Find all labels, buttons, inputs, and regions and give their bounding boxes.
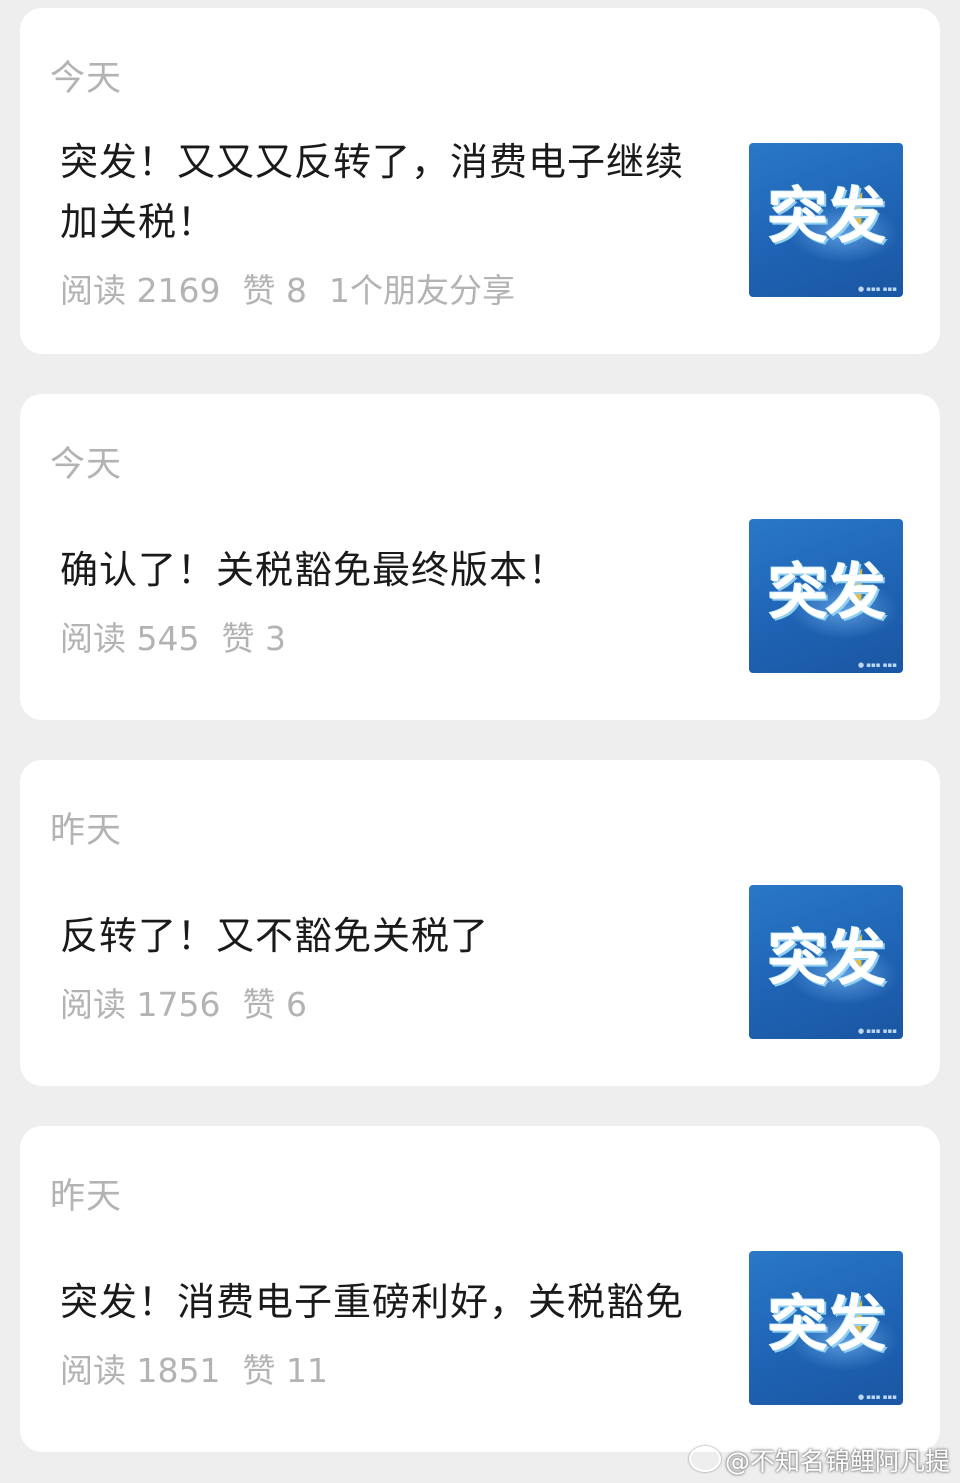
like-count: 赞 6 [242, 985, 307, 1024]
article-date: 昨天 [50, 1177, 123, 1217]
source-watermark: @不知名锦鲤阿凡提 [688, 1442, 950, 1478]
article-date: 今天 [50, 59, 123, 99]
thumbnail-text: 突发 [768, 558, 886, 628]
thumbnail-text: 突发 [768, 924, 886, 994]
article-date: 今天 [50, 445, 123, 485]
article-card[interactable]: 昨天 突发！消费电子重磅利好，关税豁免 阅读 1851 赞 11 突发 ● ▪▪▪… [20, 1126, 940, 1452]
article-meta: 阅读 2169 赞 8 1个朋友分享 [60, 264, 537, 312]
article-date: 昨天 [50, 811, 123, 851]
thumbnail-caption: ● ▪▪▪ ▪▪▪ [857, 661, 897, 669]
article-card[interactable]: 今天 突发！又又又反转了，消费电子继续加关税！ 阅读 2169 赞 8 1个朋友分享… [20, 8, 940, 354]
read-count: 阅读 2169 [60, 271, 221, 310]
article-title[interactable]: 突发！又又又反转了，消费电子继续加关税！ [60, 132, 720, 252]
like-count: 赞 8 [242, 271, 307, 310]
article-meta: 阅读 545 赞 3 [60, 612, 308, 660]
like-count: 赞 11 [242, 1351, 328, 1390]
article-title[interactable]: 反转了！又不豁免关税了 [60, 906, 720, 966]
read-count: 阅读 1756 [60, 985, 221, 1024]
thumbnail-caption: ● ▪▪▪ ▪▪▪ [857, 1393, 897, 1401]
article-card[interactable]: 昨天 反转了！又不豁免关税了 阅读 1756 赞 6 突发 ● ▪▪▪ ▪▪▪ [20, 760, 940, 1086]
thumbnail-text: 突发 [768, 1290, 886, 1360]
article-thumbnail[interactable]: 突发 ● ▪▪▪ ▪▪▪ [749, 143, 903, 297]
watermark-text: @不知名锦鲤阿凡提 [724, 1447, 950, 1476]
like-count: 赞 3 [221, 619, 286, 658]
article-thumbnail[interactable]: 突发 ● ▪▪▪ ▪▪▪ [749, 1251, 903, 1405]
read-count: 阅读 545 [60, 619, 200, 658]
weibo-icon [688, 1446, 721, 1472]
thumbnail-caption: ● ▪▪▪ ▪▪▪ [857, 285, 897, 293]
article-title[interactable]: 确认了！关税豁免最终版本！ [60, 540, 720, 600]
article-thumbnail[interactable]: 突发 ● ▪▪▪ ▪▪▪ [749, 519, 903, 673]
share-info: 1个朋友分享 [328, 271, 515, 310]
read-count: 阅读 1851 [60, 1351, 221, 1390]
thumbnail-caption: ● ▪▪▪ ▪▪▪ [857, 1027, 897, 1035]
article-card[interactable]: 今天 确认了！关税豁免最终版本！ 阅读 545 赞 3 突发 ● ▪▪▪ ▪▪▪ [20, 394, 940, 720]
thumbnail-text: 突发 [768, 182, 886, 252]
article-thumbnail[interactable]: 突发 ● ▪▪▪ ▪▪▪ [749, 885, 903, 1039]
article-meta: 阅读 1756 赞 6 [60, 978, 329, 1026]
article-title[interactable]: 突发！消费电子重磅利好，关税豁免 [60, 1272, 720, 1332]
article-meta: 阅读 1851 赞 11 [60, 1344, 350, 1392]
